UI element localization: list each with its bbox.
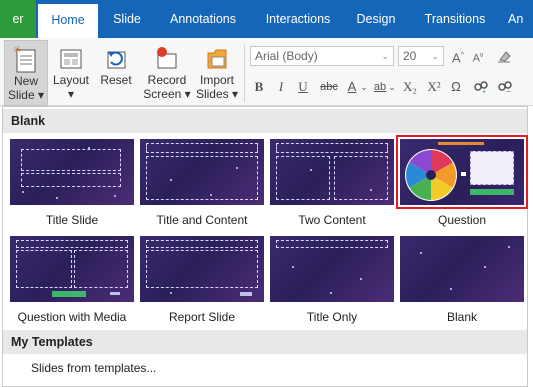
svg-text:+: + (482, 89, 486, 94)
underline-button[interactable]: U (296, 78, 310, 96)
thumbnail-title-slide (10, 139, 134, 205)
record-screen-button[interactable]: Record Screen ▾ (142, 40, 192, 106)
thumbnail-title-only (270, 236, 394, 302)
layout-title-only[interactable]: Title Only (270, 236, 394, 326)
section-header-blank: Blank (3, 109, 527, 133)
unlink-icon[interactable]: − (496, 78, 514, 96)
layout-label: Two Content (298, 213, 366, 227)
layout-question[interactable]: Question (396, 135, 528, 229)
font-size-value: 20 (403, 49, 417, 63)
thumbnail-two-content (270, 139, 394, 205)
new-slide-icon: ✳ (13, 45, 39, 73)
slides-from-templates-item[interactable]: Slides from templates... (31, 361, 156, 375)
reset-icon (103, 44, 129, 72)
layout-label: Blank (446, 310, 478, 324)
ribbon-tab-bar: er Home Slide Annotations Interactions D… (0, 0, 533, 38)
layout-report-slide[interactable]: Report Slide (140, 236, 264, 326)
home-ribbon: ✳ New Slide ▾ Layout ▾ Reset Record Scre… (0, 38, 533, 106)
font-family-select[interactable]: Arial (Body) ⌄ (250, 46, 394, 66)
tab-more[interactable]: An (508, 0, 533, 38)
tab-file[interactable]: er (0, 0, 36, 38)
font-color-caret[interactable]: ⌄ (360, 78, 368, 96)
tab-slide[interactable]: Slide (100, 0, 154, 38)
svg-text:−: − (506, 87, 511, 94)
record-label-2: Screen ▾ (143, 87, 191, 101)
thumbnail-report-slide (140, 236, 264, 302)
highlight-button[interactable]: ab (372, 78, 388, 96)
italic-button[interactable]: I (274, 78, 288, 96)
layout-title-and-content[interactable]: Title and Content (140, 139, 264, 229)
layout-label: Layout (52, 73, 90, 87)
layout-label: Title and Content (156, 213, 248, 227)
tab-design[interactable]: Design (346, 0, 406, 38)
strikethrough-button[interactable]: abc (318, 78, 340, 96)
highlight-caret[interactable]: ⌄ (388, 78, 396, 96)
import-label-2: Slides ▾ (195, 87, 239, 101)
chevron-down-icon: ⌄ (431, 51, 439, 61)
layout-title-slide[interactable]: Title Slide (10, 139, 134, 229)
shrink-font-icon[interactable]: Av (470, 48, 486, 65)
tab-transitions[interactable]: Transitions (414, 0, 496, 38)
layout-blank[interactable]: Blank (400, 236, 524, 326)
spin-wheel-icon (405, 149, 457, 201)
ribbon-divider (244, 44, 245, 102)
reset-button[interactable]: Reset (96, 40, 136, 106)
new-slide-button[interactable]: ✳ New Slide ▾ (4, 40, 48, 106)
tab-interactions[interactable]: Interactions (254, 0, 342, 38)
thumbnail-question-with-media (10, 236, 134, 302)
layout-question-with-media[interactable]: Question with Media (10, 236, 134, 326)
reset-label: Reset (100, 73, 132, 87)
layout-label: Question (437, 213, 487, 227)
chevron-down-icon: ⌄ (381, 51, 389, 61)
thumbnail-title-and-content (140, 139, 264, 205)
symbol-button[interactable]: Ω (448, 78, 464, 96)
layout-two-content[interactable]: Two Content (270, 139, 394, 229)
import-icon (204, 44, 230, 72)
layout-caret: ▾ (67, 87, 75, 101)
svg-text:✳: ✳ (13, 45, 21, 56)
tab-home[interactable]: Home (38, 4, 98, 38)
bold-button[interactable]: B (252, 78, 266, 96)
layout-label: Report Slide (168, 310, 236, 324)
layout-label: Title Only (306, 310, 358, 324)
superscript-button[interactable]: X² (424, 78, 444, 96)
layout-button[interactable]: Layout ▾ (50, 40, 92, 106)
layout-label: Question with Media (17, 310, 127, 324)
font-size-select[interactable]: 20 ⌄ (398, 46, 444, 66)
layout-label: Title Slide (45, 213, 99, 227)
grow-font-icon[interactable]: A^ (450, 48, 466, 65)
clear-format-icon[interactable] (496, 48, 512, 64)
thumbnail-question (400, 139, 524, 205)
font-family-value: Arial (Body) (255, 49, 318, 63)
record-icon (154, 44, 180, 72)
tab-annotations[interactable]: Annotations (158, 0, 248, 38)
section-header-my-templates: My Templates (3, 330, 527, 354)
subscript-button[interactable]: X₂ (400, 78, 420, 96)
layout-icon (58, 44, 84, 72)
import-label: Import (199, 73, 234, 87)
import-slides-button[interactable]: Import Slides ▾ (194, 40, 240, 106)
new-slide-label-2: Slide ▾ (7, 88, 45, 102)
link-icon[interactable]: + (472, 78, 490, 96)
record-label: Record (147, 73, 187, 87)
new-slide-dropdown: Blank Title Slide Title and Content Two … (2, 106, 528, 387)
font-color-button[interactable]: A (344, 78, 360, 96)
new-slide-label: New (13, 74, 38, 88)
thumbnail-blank (400, 236, 524, 302)
